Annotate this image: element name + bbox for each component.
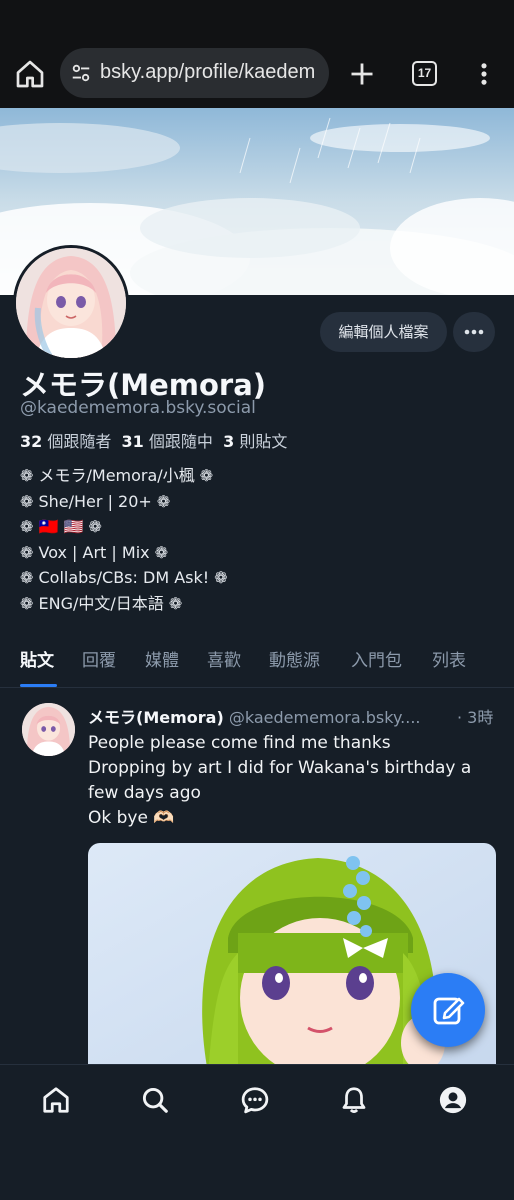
following-count: 31 bbox=[121, 432, 144, 451]
profile-stats: 32 個跟隨者 31 個跟隨中 3 則貼文 bbox=[20, 428, 287, 452]
tab-media[interactable]: 媒體 bbox=[145, 646, 179, 671]
active-tab-indicator bbox=[20, 684, 57, 687]
avatar[interactable] bbox=[13, 245, 129, 361]
post-text-line: Ok bye 🫶🏻 bbox=[88, 808, 175, 828]
bio-line: ❁ 🇹🇼 🇺🇸 ❁ bbox=[20, 517, 102, 536]
post-header: メモラ(Memora) @kaedememora.bsky.... bbox=[88, 704, 498, 728]
post-body: People please come find me thanks Droppi… bbox=[88, 731, 500, 831]
posts-label: 則貼文 bbox=[239, 432, 288, 451]
post-text-line: few days ago bbox=[88, 783, 201, 803]
tab-replies[interactable]: 回覆 bbox=[82, 646, 116, 671]
profile-more-button[interactable] bbox=[453, 312, 495, 352]
home-icon[interactable] bbox=[14, 58, 46, 90]
chat-icon[interactable] bbox=[240, 1085, 270, 1115]
posts-count: 3 bbox=[223, 432, 235, 451]
profile-handle: @kaedememora.bsky.social bbox=[20, 398, 256, 418]
post-handle[interactable]: @kaedememora.bsky.... bbox=[229, 708, 421, 727]
url-text: bsky.app/profile/kaedem bbox=[100, 61, 316, 83]
bio-line: ❁ メモラ/Memora/小楓 ❁ bbox=[20, 466, 214, 485]
address-bar[interactable]: bsky.app/profile/kaedem bbox=[60, 48, 329, 98]
tab-starter-packs[interactable]: 入門包 bbox=[351, 646, 402, 671]
post-text-line: People please come find me thanks bbox=[88, 733, 391, 753]
post-avatar[interactable] bbox=[22, 703, 75, 756]
profile-tabs: 貼文 回覆 媒體 喜歡 動態源 入門包 列表 bbox=[0, 640, 514, 688]
post-author[interactable]: メモラ(Memora) bbox=[88, 708, 224, 727]
tab-posts[interactable]: 貼文 bbox=[20, 646, 54, 671]
new-tab-icon[interactable] bbox=[348, 60, 376, 88]
bio-line: ❁ She/Her | 20+ ❁ bbox=[20, 491, 171, 511]
post-text-line: Dropping by art I did for Wakana's birth… bbox=[88, 758, 472, 778]
home-icon[interactable] bbox=[41, 1085, 71, 1115]
more-horizontal-icon bbox=[464, 329, 484, 335]
bottom-navigation bbox=[0, 1064, 514, 1200]
site-settings-icon[interactable] bbox=[70, 62, 92, 84]
bio-line: ❁ Vox | Art | Mix ❁ bbox=[20, 542, 169, 562]
following-link[interactable]: 31 個跟隨中 bbox=[122, 432, 213, 451]
bio-line: ❁ ENG/中文/日本語 ❁ bbox=[20, 593, 183, 613]
following-label: 個跟隨中 bbox=[148, 432, 213, 451]
followers-link[interactable]: 32 個跟隨者 bbox=[20, 432, 111, 451]
compose-icon bbox=[433, 997, 465, 1025]
followers-label: 個跟隨者 bbox=[47, 432, 112, 451]
tab-lists[interactable]: 列表 bbox=[432, 646, 466, 671]
notifications-icon[interactable] bbox=[339, 1085, 369, 1115]
browser-toolbar: bsky.app/profile/kaedem 17 bbox=[0, 0, 514, 108]
overflow-menu-icon[interactable] bbox=[470, 60, 498, 88]
tab-switcher-icon[interactable]: 17 bbox=[412, 61, 437, 86]
bio-line: ❁ Collabs/CBs: DM Ask! ❁ bbox=[20, 568, 228, 587]
compose-button[interactable] bbox=[411, 973, 485, 1047]
edit-profile-button[interactable]: 編輯個人檔案 bbox=[320, 312, 447, 352]
profile-bio: ❁ メモラ/Memora/小楓 ❁ ❁ She/Her | 20+ ❁ ❁ 🇹🇼… bbox=[20, 463, 500, 616]
tab-likes[interactable]: 喜歡 bbox=[207, 646, 241, 671]
tab-feeds[interactable]: 動態源 bbox=[269, 646, 320, 671]
profile-icon[interactable] bbox=[438, 1085, 468, 1115]
post-timestamp[interactable]: · 3時 bbox=[455, 704, 494, 728]
followers-count: 32 bbox=[20, 432, 43, 451]
search-icon[interactable] bbox=[140, 1085, 170, 1115]
